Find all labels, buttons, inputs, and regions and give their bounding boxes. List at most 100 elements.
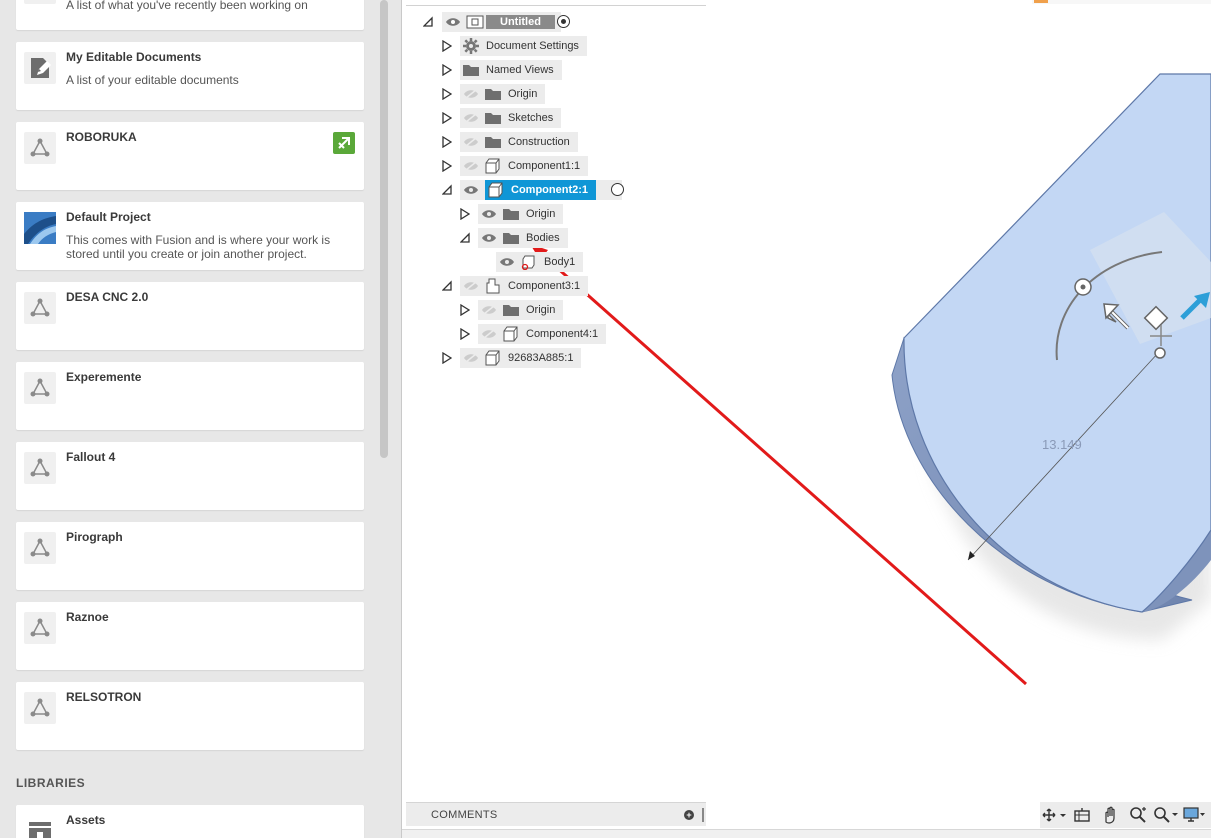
expand-triangle-icon[interactable] [460, 208, 470, 220]
dimension-label[interactable]: 13.149 [1042, 437, 1082, 452]
project-card-desa-cnc[interactable]: DESA CNC 2.0 [16, 282, 364, 350]
collapse-triangle-icon[interactable] [460, 231, 470, 243]
tree-label: Body1 [544, 256, 576, 268]
library-card-assets[interactable]: Assets [16, 805, 364, 838]
look-at-icon[interactable] [1068, 804, 1096, 826]
tree-node-component4[interactable]: Component4:1 [478, 324, 607, 344]
folder-icon [482, 108, 504, 128]
eye-hidden-icon[interactable] [460, 108, 482, 128]
project-icon [24, 532, 56, 564]
tree-node-construction[interactable]: Construction [460, 132, 578, 152]
tree-node-root[interactable]: Untitled [442, 12, 561, 32]
display-settings-icon[interactable] [1180, 804, 1208, 826]
eye-icon[interactable] [496, 252, 518, 272]
folder-icon [482, 132, 504, 152]
tree-node-92683a885[interactable]: 92683A885:1 [460, 348, 582, 368]
card-description: A list of your editable documents [66, 73, 239, 87]
project-card-default-project[interactable]: Default Project This comes with Fusion a… [16, 202, 364, 270]
collapse-triangle-icon[interactable] [442, 183, 452, 195]
expand-triangle-icon[interactable] [460, 328, 470, 340]
card-title: RELSOTRON [66, 690, 142, 704]
eye-icon[interactable] [478, 228, 500, 248]
tree-node-document-settings[interactable]: Document Settings [460, 36, 587, 56]
zoom-window-icon[interactable] [1152, 804, 1180, 826]
pause-grip-icon[interactable] [702, 808, 704, 822]
tree-label: Document Settings [486, 40, 579, 52]
orbit-icon[interactable] [1040, 804, 1068, 826]
project-icon [24, 132, 56, 164]
project-icon [24, 612, 56, 644]
tree-label: Component1:1 [508, 160, 581, 172]
body-icon [518, 252, 540, 272]
eye-icon[interactable] [442, 12, 464, 32]
comments-bar[interactable]: COMMENTS + [406, 802, 706, 826]
zoom-fit-icon[interactable] [1124, 804, 1152, 826]
project-card-roboruka[interactable]: ROBORUKA [16, 122, 364, 190]
recent-documents-card[interactable]: A list of what you've recently been work… [16, 0, 364, 30]
eye-hidden-icon[interactable] [478, 300, 500, 320]
tree-node-component3[interactable]: Component3:1 [460, 276, 589, 296]
project-card-raznoe[interactable]: Raznoe [16, 602, 364, 670]
folder-icon [482, 84, 504, 104]
eye-hidden-icon[interactable] [460, 156, 482, 176]
tree-label: Origin [526, 208, 556, 220]
project-card-my-editable-documents[interactable]: My Editable Documents A list of your edi… [16, 42, 364, 110]
dimension-anchor[interactable] [1154, 347, 1166, 359]
assembly-component-icon [482, 276, 504, 296]
activate-radio[interactable] [611, 183, 624, 196]
tree-label: Named Views [486, 64, 554, 76]
tree-node-component2[interactable]: Component2:1 [460, 180, 622, 200]
tree-node-sketches[interactable]: Sketches [460, 108, 562, 128]
folder-icon [500, 228, 522, 248]
eye-icon[interactable] [460, 180, 482, 200]
add-comment-icon[interactable]: + [684, 810, 694, 820]
browser-top-border [406, 0, 706, 6]
eye-hidden-icon[interactable] [460, 132, 482, 152]
card-title: Pirograph [66, 530, 123, 544]
expand-triangle-icon[interactable] [442, 40, 452, 52]
toolbar-edge [1032, 0, 1211, 4]
project-card-fallout-4[interactable]: Fallout 4 [16, 442, 364, 510]
collapse-triangle-icon[interactable] [423, 15, 433, 27]
expand-triangle-icon[interactable] [442, 136, 452, 148]
tree-node-origin[interactable]: Origin [460, 84, 546, 104]
eye-hidden-icon[interactable] [460, 276, 482, 296]
expand-triangle-icon[interactable] [460, 304, 470, 316]
tree-node-named-views[interactable]: Named Views [460, 60, 562, 80]
tree-node-c3-origin[interactable]: Origin [478, 300, 564, 320]
eye-hidden-icon[interactable] [460, 84, 482, 104]
shared-project-icon[interactable] [333, 132, 355, 154]
expand-triangle-icon[interactable] [442, 64, 452, 76]
status-strip [402, 829, 1211, 838]
panel-scrollbar-thumb[interactable] [380, 0, 388, 458]
tree-label: Construction [508, 136, 570, 148]
tree-node-c2-origin[interactable]: Origin [478, 204, 564, 224]
tree-node-c2-bodies[interactable]: Bodies [478, 228, 568, 248]
project-card-pirograph[interactable]: Pirograph [16, 522, 364, 590]
tree-node-component1[interactable]: Component1:1 [460, 156, 589, 176]
pan-icon[interactable] [1096, 804, 1124, 826]
recent-icon [24, 0, 56, 4]
expand-triangle-icon[interactable] [442, 112, 452, 124]
component-icon [485, 180, 507, 200]
eye-hidden-icon[interactable] [478, 324, 500, 344]
active-component-highlight[interactable]: Component2:1 [485, 180, 596, 200]
eye-icon[interactable] [478, 204, 500, 224]
expand-triangle-icon[interactable] [442, 88, 452, 100]
card-title: DESA CNC 2.0 [66, 290, 149, 304]
fusion-project-icon [24, 212, 56, 244]
card-title: Experemente [66, 370, 142, 384]
project-card-experemente[interactable]: Experemente [16, 362, 364, 430]
collapse-triangle-icon[interactable] [442, 279, 452, 291]
eye-hidden-icon[interactable] [460, 348, 482, 368]
folder-icon [500, 204, 522, 224]
activate-radio[interactable] [557, 15, 570, 28]
project-card-relsotron[interactable]: RELSOTRON [16, 682, 364, 750]
component-icon [482, 156, 504, 176]
gear-icon [460, 36, 482, 56]
expand-triangle-icon[interactable] [442, 352, 452, 364]
project-icon [24, 372, 56, 404]
tree-node-body1[interactable]: Body1 [496, 252, 584, 272]
expand-triangle-icon[interactable] [442, 160, 452, 172]
card-description: This comes with Fusion and is where your… [66, 233, 331, 261]
